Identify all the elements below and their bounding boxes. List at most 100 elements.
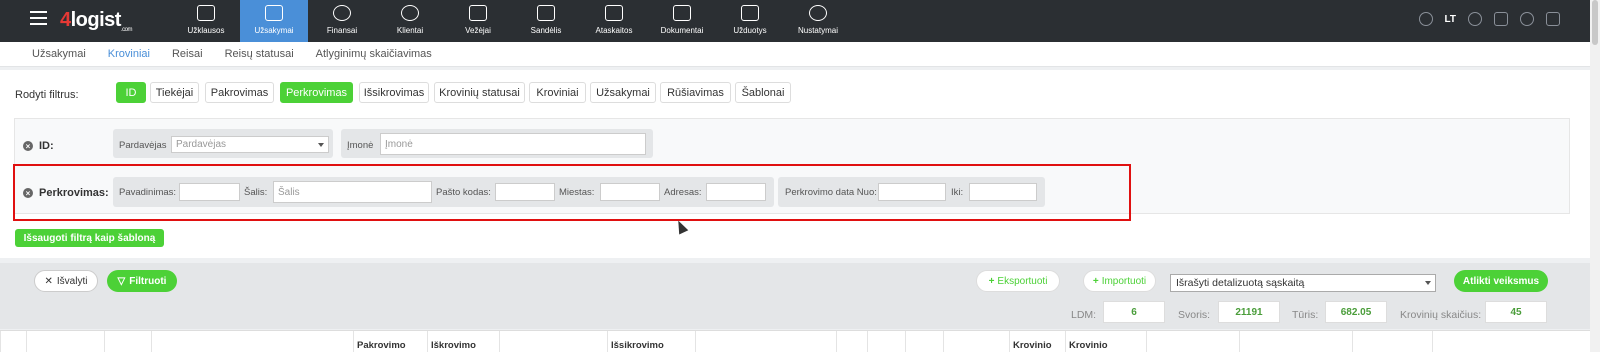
company-placeholder: Įmonė	[385, 138, 413, 150]
nav-item-dokumentai[interactable]: Dokumentai	[648, 0, 716, 42]
remove-filter-icon[interactable]: ×	[23, 141, 33, 151]
filter-chip-pakrovimas[interactable]: Pakrovimas	[205, 82, 274, 103]
filter-chip-perkrovimas[interactable]: Perkrovimas	[280, 82, 353, 103]
ldm-label: LDM:	[1071, 309, 1097, 321]
bookmark-icon[interactable]	[1494, 12, 1508, 26]
nav-item-ataskaitos[interactable]: Ataskaitos	[580, 0, 648, 42]
column-header[interactable]	[104, 331, 151, 352]
funnel-icon: ▽	[117, 275, 126, 287]
filter-chip-uzsakymai[interactable]: Užsakymai	[590, 82, 656, 103]
clear-label: Išvalyti	[56, 275, 88, 287]
users-icon	[401, 5, 419, 21]
column-header[interactable]	[1239, 331, 1352, 352]
ldm-value: 6	[1103, 301, 1165, 323]
column-header[interactable]	[943, 331, 1009, 352]
bell-icon[interactable]	[1520, 12, 1534, 26]
nav-item-nustatymai[interactable]: Nustatymai	[784, 0, 852, 42]
nav-label: Klientai	[396, 26, 424, 35]
globe-icon[interactable]	[1418, 12, 1433, 26]
export-button[interactable]: + Eksportuoti	[976, 270, 1060, 292]
filter-chip-sablonai[interactable]: Šablonai	[735, 82, 791, 103]
column-header-cargo-2[interactable]: Krovinio	[1065, 331, 1146, 352]
seller-select[interactable]: Pardavėjas	[171, 136, 329, 153]
subnav-uzsakymai[interactable]: Užsakymai	[32, 48, 86, 60]
column-header[interactable]	[0, 331, 26, 352]
nav-label: Nustatymai	[797, 26, 838, 35]
document-icon	[673, 5, 691, 21]
filter-chip-rusiavimas[interactable]: Rūšiavimas	[660, 82, 731, 103]
filter-chip-issikrovimas[interactable]: Išsikrovimas	[359, 82, 429, 103]
column-header[interactable]	[499, 331, 607, 352]
subnav-kroviniai[interactable]: Kroviniai	[108, 48, 150, 60]
nav-item-uzklausos[interactable]: Užklausos	[172, 0, 240, 42]
column-header[interactable]	[1352, 331, 1432, 352]
column-header[interactable]	[836, 331, 867, 352]
column-header[interactable]	[867, 331, 905, 352]
nav-item-uzduotys[interactable]: Užduotys	[716, 0, 784, 42]
logout-icon[interactable]	[1546, 12, 1560, 26]
results-toolbar: ✕ Išvalyti ▽ Filtruoti + Eksportuoti + I…	[0, 263, 1590, 329]
nav-label: Dokumentai	[660, 26, 704, 35]
invoice-action-value: Išrašyti detalizuotą sąskaitą	[1176, 277, 1305, 289]
page-scrollbar[interactable]	[1590, 0, 1600, 352]
nav-label: Ataskaitos	[595, 26, 633, 35]
weight-label: Svoris:	[1178, 309, 1211, 321]
clear-button[interactable]: ✕ Išvalyti	[34, 270, 98, 292]
column-header[interactable]	[905, 331, 943, 352]
column-header[interactable]	[1432, 331, 1590, 352]
nav-label: Užklausos	[187, 26, 225, 35]
column-header[interactable]	[1146, 331, 1239, 352]
logo-sub: .com	[120, 27, 133, 33]
chat-icon	[197, 5, 215, 21]
nav-item-klientai[interactable]: Klientai	[376, 0, 444, 42]
filter-chip-tiekejai[interactable]: Tiekėjai	[150, 82, 199, 103]
nav-label: Užduotys	[733, 26, 767, 35]
seller-select-value: Pardavėjas	[176, 139, 227, 150]
highlight-box	[13, 164, 1131, 221]
export-label: Eksportuoti	[997, 275, 1048, 287]
warehouse-icon	[537, 5, 555, 21]
subnav-reisu-statusai[interactable]: Reisų statusai	[225, 48, 294, 60]
nav-item-finansai[interactable]: Finansai	[308, 0, 376, 42]
weight-value: 21191	[1218, 301, 1280, 323]
column-header[interactable]	[695, 331, 836, 352]
language-switch[interactable]: LT	[1445, 14, 1456, 25]
chevron-down-icon	[1425, 281, 1431, 285]
filter-row-id: × ID:	[23, 140, 54, 152]
nav-item-vezejai[interactable]: Vežėjai	[444, 0, 512, 42]
filter-button[interactable]: ▽ Filtruoti	[107, 270, 177, 292]
import-button[interactable]: + Importuoti	[1083, 270, 1156, 292]
column-header[interactable]	[26, 331, 104, 352]
filter-chip-id[interactable]: ID	[116, 82, 146, 103]
nav-label: Sandėlis	[530, 26, 562, 35]
nav-item-uzsakymai[interactable]: Užsakymai	[240, 0, 308, 42]
gear-icon	[809, 5, 827, 21]
subnav-atlyginimu-skaiciavimas[interactable]: Atlyginimų skaičiavimas	[316, 48, 432, 60]
column-header-unloading[interactable]: Iškrovimo	[427, 331, 499, 352]
column-header-issikrovimo[interactable]: Išsikrovimo	[607, 331, 695, 352]
column-header[interactable]	[151, 331, 353, 352]
column-header-loading[interactable]: Pakrovimo	[353, 331, 427, 352]
filter-chip-kroviniu-statusai[interactable]: Krovinių statusai	[434, 82, 525, 103]
save-filter-template-button[interactable]: Išsaugoti filtrą kaip šabloną	[15, 229, 164, 247]
perform-actions-button[interactable]: Atlikti veiksmus	[1454, 270, 1548, 292]
subnav-reisai[interactable]: Reisai	[172, 48, 203, 60]
column-header-cargo-1[interactable]: Krovinio	[1009, 331, 1065, 352]
company-label: Įmonė	[347, 140, 374, 151]
calculator-icon	[605, 5, 623, 21]
nav-item-sandelis[interactable]: Sandėlis	[512, 0, 580, 42]
logo[interactable]: 4logist.com	[60, 9, 132, 33]
company-input[interactable]: Įmonė	[380, 133, 646, 155]
filter-chip-kroviniai[interactable]: Kroviniai	[529, 82, 586, 103]
user-icon[interactable]	[1468, 12, 1482, 26]
nav-label: Finansai	[326, 26, 358, 35]
count-label: Krovinių skaičius:	[1400, 309, 1482, 321]
calendar-icon	[741, 5, 759, 21]
invoice-action-select[interactable]: Išrašyti detalizuotą sąskaitą	[1170, 274, 1436, 292]
import-label: Importuoti	[1101, 275, 1147, 287]
truck-icon	[469, 5, 487, 21]
cart-icon	[265, 5, 283, 21]
hamburger-menu-icon[interactable]	[30, 11, 47, 25]
count-value: 45	[1485, 301, 1547, 323]
top-navigation-bar: 4logist.com Užklausos Užsakymai Finansai…	[0, 0, 1600, 42]
